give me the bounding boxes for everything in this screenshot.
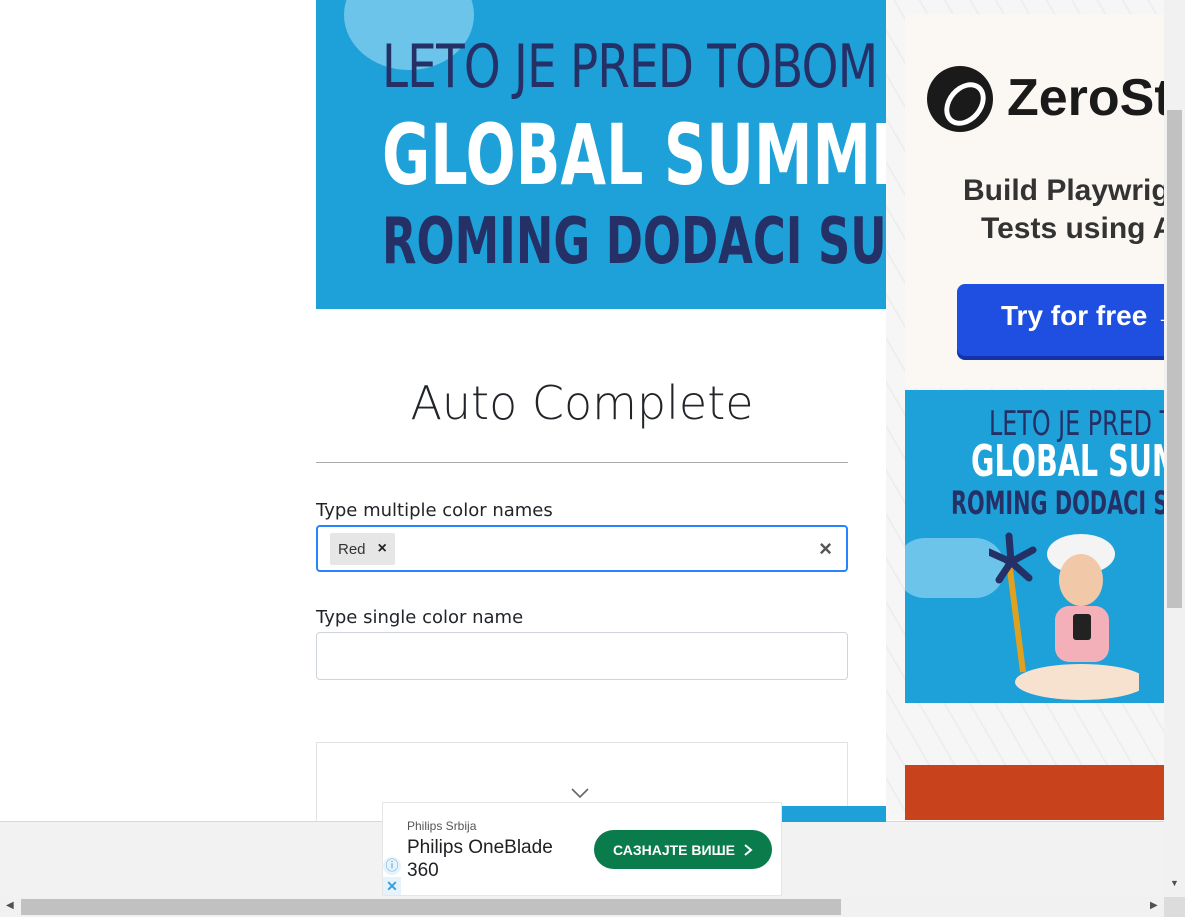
ad-edge-strip <box>782 806 886 822</box>
title-divider <box>316 462 848 463</box>
ad-product-name: Philips OneBlade 360 <box>407 837 553 881</box>
vertical-scroll-thumb[interactable] <box>1167 110 1182 608</box>
ad-advertiser: Philips Srbija <box>407 819 477 833</box>
multi-color-label: Type multiple color names <box>316 500 553 521</box>
multi-color-input[interactable]: Red × × <box>316 525 848 572</box>
summer-banner-ad[interactable]: LETO JE PRED TOBOM GLOBAL SUMMER ROMING … <box>316 0 886 309</box>
single-color-input[interactable] <box>316 632 848 680</box>
chevron-down-icon[interactable] <box>570 786 590 800</box>
page: LETO JE PRED TOBOM GLOBAL SUMMER ROMING … <box>0 0 1185 917</box>
zerostep-tagline: Build Playwright Tests using AI <box>963 172 1166 248</box>
chip-remove-icon[interactable]: × <box>378 540 387 558</box>
chip-label: Red <box>338 540 366 558</box>
sidebar: ZeroStep Build Playwright Tests using AI… <box>886 0 1166 820</box>
scroll-down-arrow-icon[interactable]: ▼ <box>1170 878 1179 888</box>
scroll-right-arrow-icon[interactable]: ▶ <box>1150 900 1158 911</box>
single-color-label: Type single color name <box>316 607 524 628</box>
horizontal-scroll-thumb[interactable] <box>21 899 841 915</box>
close-icon[interactable]: ✕ <box>383 877 401 895</box>
woman-with-phone-image <box>989 532 1139 700</box>
zerostep-brand: ZeroStep <box>1007 69 1166 127</box>
horizontal-scrollbar[interactable]: ◀ ▶ <box>0 897 1164 917</box>
zerostep-ad[interactable]: ZeroStep Build Playwright Tests using AI… <box>905 14 1166 388</box>
info-icon[interactable]: ⓘ <box>383 857 401 875</box>
learn-more-label: САЗНАЈТЕ ВИШЕ <box>612 841 735 858</box>
sidebar-banner-line3: ROMING DODACI SU UZ <box>951 484 1166 522</box>
try-for-free-button[interactable]: Try for free → <box>957 284 1166 356</box>
chevron-right-icon <box>744 843 753 856</box>
zerostep-logo-icon <box>927 66 993 132</box>
scroll-left-arrow-icon[interactable]: ◀ <box>6 900 14 911</box>
banner-line3: ROMING DODACI SU UZ <box>382 205 886 279</box>
sidebar-summer-ad[interactable]: LETO JE PRED TOBOM GLOBAL SUMMER ROMING … <box>905 390 1166 703</box>
zerostep-tagline-line1: Build Playwright <box>963 174 1166 207</box>
zerostep-tagline-line2: Tests using AI <box>981 212 1166 245</box>
banner-line1: LETO JE PRED TOBOM <box>382 32 878 102</box>
banner-line2: GLOBAL SUMMER <box>382 106 886 204</box>
sidebar-banner-line2: GLOBAL SUMMER <box>971 436 1166 487</box>
product-ad-image[interactable] <box>905 765 1166 820</box>
color-chip: Red × <box>330 533 395 565</box>
scrollbar-corner <box>1164 897 1185 917</box>
learn-more-button[interactable]: САЗНАЈТЕ ВИШЕ <box>594 830 772 869</box>
clear-all-icon[interactable]: × <box>819 536 832 562</box>
page-title: Auto Complete <box>410 376 754 430</box>
philips-ad[interactable]: Philips Srbija Philips OneBlade 360 САЗН… <box>382 802 782 896</box>
vertical-scrollbar[interactable]: ▼ <box>1164 0 1185 897</box>
